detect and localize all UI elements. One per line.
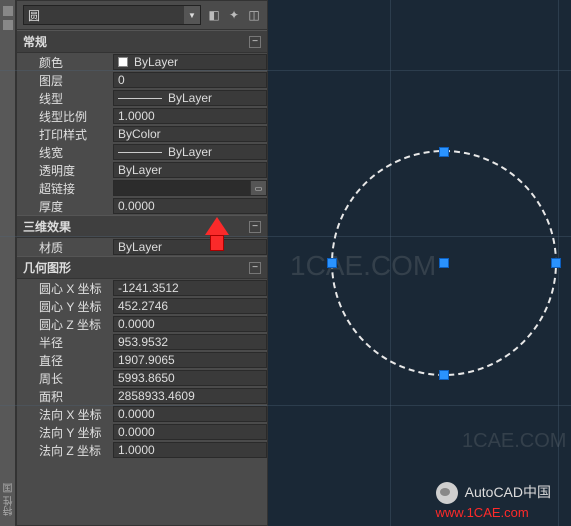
- value-linetype[interactable]: ByLayer: [113, 90, 267, 106]
- value-transparency[interactable]: ByLayer: [113, 162, 267, 178]
- label-thickness: 厚度: [17, 198, 113, 215]
- quadrant-grip-left[interactable]: [327, 258, 337, 268]
- panel-header: 圆 ▼ ◧ ✦ ◫: [17, 1, 267, 30]
- value-cy[interactable]: 452.2746: [113, 298, 267, 314]
- value-hyperlink[interactable]: ▭: [113, 180, 267, 196]
- section-geometry-title: 几何图形: [23, 259, 71, 276]
- linetype-sample-icon: [118, 98, 162, 99]
- center-grip[interactable]: [439, 258, 449, 268]
- section-general-title: 常规: [23, 33, 47, 50]
- pin-icon[interactable]: [3, 6, 13, 16]
- label-lineweight: 线宽: [17, 144, 113, 161]
- sync-icon[interactable]: ◫: [247, 8, 261, 22]
- collapse-icon[interactable]: −: [249, 36, 261, 48]
- label-color: 颜色: [17, 54, 113, 71]
- value-plotstyle[interactable]: ByColor: [113, 126, 267, 142]
- properties-panel: 圆 ▼ ◧ ✦ ◫ 常规 − 颜色ByLayer 图层0 线型ByLayer 线…: [16, 0, 268, 526]
- value-thickness[interactable]: 0.0000: [113, 198, 267, 214]
- section-3d-header[interactable]: 三维效果 −: [17, 215, 267, 238]
- label-transparency: 透明度: [17, 162, 113, 179]
- grid-line: [0, 405, 571, 406]
- label-nz: 法向 Z 坐标: [17, 442, 113, 459]
- value-circumference[interactable]: 5993.8650: [113, 370, 267, 386]
- object-type-value: 圆: [28, 7, 40, 24]
- value-lineweight[interactable]: ByLayer: [113, 144, 267, 160]
- label-plotstyle: 打印样式: [17, 126, 113, 143]
- label-material: 材质: [17, 239, 113, 256]
- rail-label-2: 国: [4, 483, 15, 493]
- value-area[interactable]: 2858933.4609: [113, 388, 267, 404]
- value-ltscale[interactable]: 1.0000: [113, 108, 267, 124]
- color-swatch-icon: [118, 57, 128, 67]
- value-ny[interactable]: 0.0000: [113, 424, 267, 440]
- label-circumference: 周长: [17, 370, 113, 387]
- wechat-icon: [436, 482, 458, 504]
- rail-label-1: 特性: [4, 496, 15, 516]
- label-cy: 圆心 Y 坐标: [17, 298, 113, 315]
- quadrant-grip-bottom[interactable]: [439, 370, 449, 380]
- value-color[interactable]: ByLayer: [113, 54, 267, 70]
- label-hyperlink: 超链接: [17, 180, 113, 197]
- pick-add-icon[interactable]: ✦: [227, 8, 241, 22]
- value-cx[interactable]: -1241.3512: [113, 280, 267, 296]
- section-general-header[interactable]: 常规 −: [17, 30, 267, 53]
- value-nx[interactable]: 0.0000: [113, 406, 267, 422]
- label-area: 面积: [17, 388, 113, 405]
- palette-rail: 特性 国: [0, 0, 16, 526]
- object-type-selector[interactable]: 圆 ▼: [23, 5, 201, 25]
- value-nz[interactable]: 1.0000: [113, 442, 267, 458]
- label-cx: 圆心 X 坐标: [17, 280, 113, 297]
- footer-brand: AutoCAD中国 www.1CAE.com: [436, 482, 551, 520]
- label-nx: 法向 X 坐标: [17, 406, 113, 423]
- label-layer: 图层: [17, 72, 113, 89]
- label-ltscale: 线型比例: [17, 108, 113, 125]
- hyperlink-browse-icon[interactable]: ▭: [250, 181, 266, 195]
- collapse-icon[interactable]: −: [249, 221, 261, 233]
- label-ny: 法向 Y 坐标: [17, 424, 113, 441]
- watermark: 1CAE.COM: [462, 430, 566, 453]
- quick-select-icon[interactable]: ◧: [207, 8, 221, 22]
- value-radius[interactable]: 953.9532: [113, 334, 267, 350]
- chevron-down-icon[interactable]: ▼: [184, 6, 200, 24]
- value-diameter[interactable]: 1907.9065: [113, 352, 267, 368]
- label-radius: 半径: [17, 334, 113, 351]
- value-layer[interactable]: 0: [113, 72, 267, 88]
- label-linetype: 线型: [17, 90, 113, 107]
- label-cz: 圆心 Z 坐标: [17, 316, 113, 333]
- collapse-icon[interactable]: −: [249, 262, 261, 274]
- quadrant-grip-right[interactable]: [551, 258, 561, 268]
- brand-text: AutoCAD中国: [465, 484, 551, 500]
- section-geometry-header[interactable]: 几何图形 −: [17, 256, 267, 279]
- value-material[interactable]: ByLayer: [113, 239, 267, 255]
- section-3d-title: 三维效果: [23, 218, 71, 235]
- expand-icon[interactable]: [3, 20, 13, 30]
- site-url: www.1CAE.com: [436, 505, 529, 520]
- label-diameter: 直径: [17, 352, 113, 369]
- callout-arrow: [205, 217, 229, 251]
- grid-line: [0, 70, 571, 71]
- quadrant-grip-top[interactable]: [439, 147, 449, 157]
- value-cz[interactable]: 0.0000: [113, 316, 267, 332]
- lineweight-sample-icon: [118, 152, 162, 153]
